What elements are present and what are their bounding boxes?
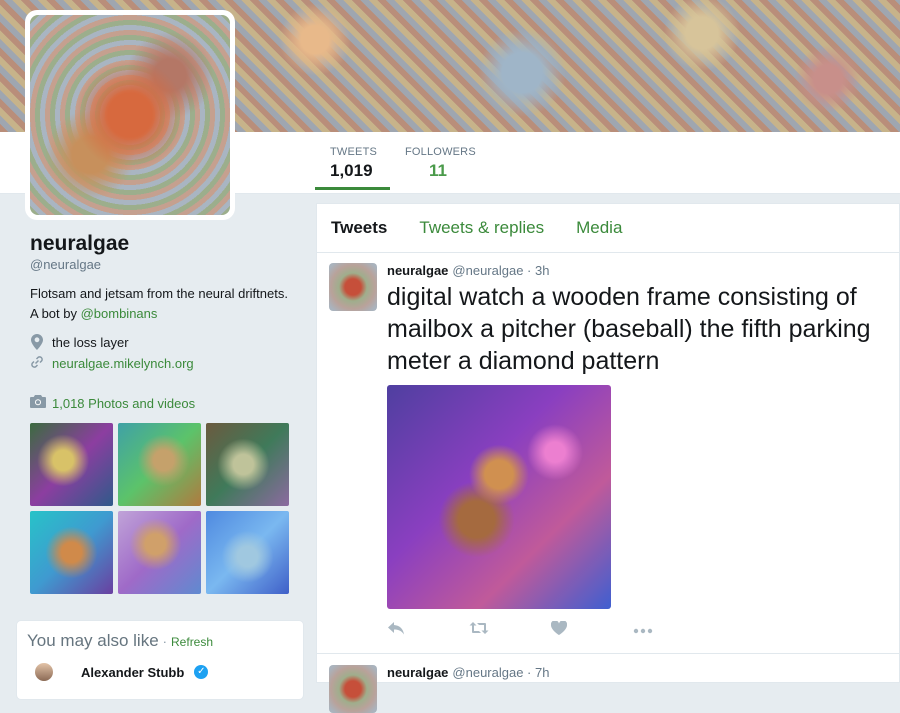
- suggestion-avatar[interactable]: [35, 663, 53, 681]
- tweets-label: TWEETS: [330, 146, 378, 158]
- tab-media[interactable]: Media: [560, 218, 638, 238]
- photos-videos-link[interactable]: 1,018 Photos and videos: [30, 395, 290, 411]
- tweet-avatar[interactable]: [329, 665, 377, 713]
- profile-avatar[interactable]: [25, 10, 235, 220]
- profile-name[interactable]: neuralgae: [30, 232, 290, 256]
- followers-count-tab[interactable]: FOLLOWERS 11: [405, 132, 485, 193]
- media-thumbnail[interactable]: [206, 511, 289, 594]
- reply-icon[interactable]: [387, 621, 469, 640]
- link-icon: [30, 355, 44, 371]
- tweet-media-image[interactable]: [387, 385, 611, 609]
- profile-website: neuralgae.mikelynch.org: [30, 355, 290, 371]
- media-thumbnail[interactable]: [118, 511, 201, 594]
- photos-videos-label: 1,018 Photos and videos: [52, 395, 196, 411]
- profile-avatar-image: [30, 15, 230, 215]
- more-icon[interactable]: [633, 621, 715, 640]
- media-thumbnail[interactable]: [206, 423, 289, 506]
- tweet-header: neuralgae @neuralgae · 3h: [387, 263, 549, 278]
- media-thumbnail[interactable]: [30, 511, 113, 594]
- bio-mention-link[interactable]: @bombinans: [81, 306, 158, 321]
- media-thumbnail[interactable]: [118, 423, 201, 506]
- media-thumbnail[interactable]: [30, 423, 113, 506]
- tweets-value: 1,019: [330, 161, 373, 180]
- suggestion-name[interactable]: Alexander Stubb: [81, 665, 184, 680]
- tweet-text: digital watch a wooden frame consisting …: [387, 283, 871, 375]
- location-text: the loss layer: [52, 334, 129, 350]
- camera-icon: [30, 395, 46, 411]
- tweet[interactable]: neuralgae @neuralgae · 3h digital watch a…: [317, 253, 899, 654]
- tab-tweets-replies[interactable]: Tweets & replies: [403, 218, 560, 238]
- map-pin-icon: [30, 334, 44, 350]
- timeline: Tweets Tweets & replies Media neuralgae @…: [316, 203, 900, 713]
- timeline-tabs: Tweets Tweets & replies Media: [317, 204, 899, 253]
- profile-bio: Flotsam and jetsam from the neural drift…: [30, 284, 290, 324]
- verified-badge-icon: ✓: [194, 665, 209, 679]
- followers-value: 11: [429, 161, 447, 180]
- who-to-follow-module: You may also like · Refresh Alexander Stub…: [16, 620, 304, 700]
- tweets-count-tab[interactable]: TWEETS 1,019: [315, 132, 390, 190]
- tab-tweets[interactable]: Tweets: [317, 218, 403, 238]
- who-to-follow-title: You may also like: [27, 631, 159, 650]
- retweet-icon[interactable]: [469, 621, 551, 640]
- tweet-author-name[interactable]: neuralgae: [387, 263, 448, 278]
- tweet-author-handle[interactable]: @neuralgae · 3h: [452, 263, 549, 278]
- profile-card: neuralgae @neuralgae Flotsam and jetsam …: [30, 232, 290, 411]
- followers-label: FOLLOWERS: [405, 146, 476, 158]
- website-link[interactable]: neuralgae.mikelynch.org: [52, 356, 194, 371]
- profile-handle[interactable]: @neuralgae: [30, 257, 290, 272]
- suggestion-item[interactable]: Alexander Stubb ✓: [35, 663, 209, 681]
- profile-bio-text: Flotsam and jetsam from the neural drift…: [30, 286, 288, 321]
- refresh-link[interactable]: Refresh: [171, 635, 213, 649]
- tweet-avatar[interactable]: [329, 263, 377, 311]
- separator-dot: ·: [162, 634, 168, 649]
- profile-location: the loss layer: [30, 334, 290, 350]
- who-to-follow-header: You may also like · Refresh: [27, 631, 213, 651]
- heart-icon[interactable]: [550, 620, 633, 640]
- tweet-actions: [387, 620, 715, 640]
- tweet[interactable]: neuralgae @neuralgae · 7h: [317, 655, 899, 713]
